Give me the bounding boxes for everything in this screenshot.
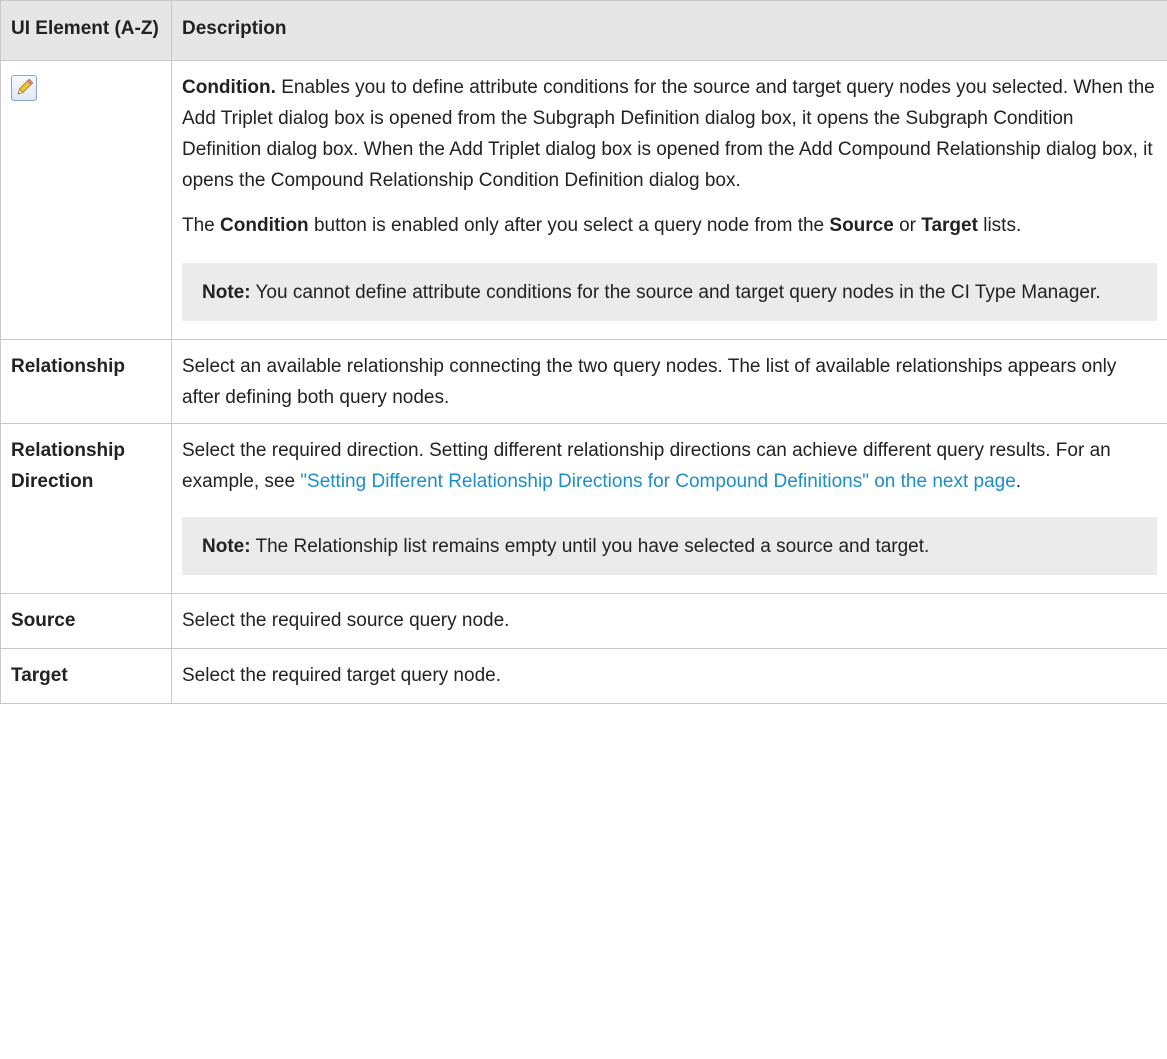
condition-enabled-note: The Condition button is enabled only aft… [182, 210, 1157, 241]
direction-description: Select the required direction. Setting d… [182, 435, 1157, 497]
text-span: button is enabled only after you select … [308, 215, 830, 236]
ui-element-cell: Target [0, 648, 172, 704]
source-term: Source [829, 215, 894, 236]
note-label: Note: [202, 282, 251, 303]
table-header-row: UI Element (A-Z) Description [0, 0, 1167, 61]
ui-element-cell: Source [0, 593, 172, 649]
condition-description: Condition. Enables you to define attribu… [182, 72, 1157, 196]
target-term: Target [921, 215, 978, 236]
note-label: Note: [202, 536, 251, 557]
text-span: or [893, 215, 922, 236]
table-row-relationship-direction: Relationship Direction Select the requir… [0, 423, 1167, 594]
note-box: Note: You cannot define attribute condit… [182, 263, 1157, 321]
condition-term: Condition [220, 215, 309, 236]
table-row-condition: Condition. Enables you to define attribu… [0, 60, 1167, 340]
description-cell: Select the required source query node. [171, 593, 1167, 649]
ui-element-cell: Relationship Direction [0, 423, 172, 594]
ui-elements-table: UI Element (A-Z) Description Condition. … [0, 0, 1167, 704]
note-text: The Relationship list remains empty unti… [250, 536, 930, 557]
setting-directions-link[interactable]: "Setting Different Relationship Directio… [300, 471, 1016, 492]
text-span: . [1015, 471, 1022, 492]
description-cell: Select the required target query node. [171, 648, 1167, 704]
pencil-edit-icon [11, 75, 37, 101]
table-row-relationship: Relationship Select an available relatio… [0, 339, 1167, 424]
condition-lead: Condition. [182, 77, 276, 98]
condition-text: Enables you to define attribute conditio… [182, 77, 1155, 191]
description-cell: Condition. Enables you to define attribu… [171, 60, 1167, 340]
table-row-target: Target Select the required target query … [0, 648, 1167, 704]
ui-element-cell: Relationship [0, 339, 172, 424]
header-ui-element: UI Element (A-Z) [0, 0, 172, 61]
table-row-source: Source Select the required source query … [0, 593, 1167, 649]
text-span: The [182, 215, 221, 236]
description-cell: Select an available relationship connect… [171, 339, 1167, 424]
header-description: Description [171, 0, 1167, 61]
ui-element-cell [0, 60, 172, 340]
note-text: You cannot define attribute conditions f… [250, 282, 1101, 303]
description-cell: Select the required direction. Setting d… [171, 423, 1167, 594]
text-span: lists. [977, 215, 1022, 236]
note-box: Note: The Relationship list remains empt… [182, 517, 1157, 575]
